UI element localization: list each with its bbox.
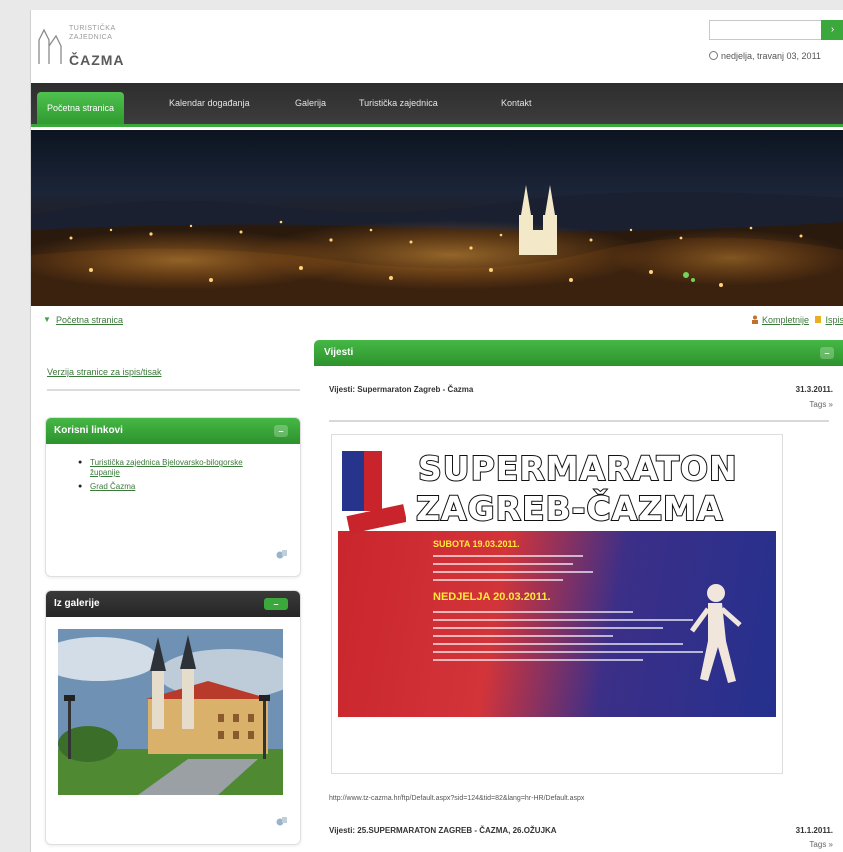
action-link-1[interactable]: Kompletnije xyxy=(762,315,809,325)
poster-text-line xyxy=(433,643,683,645)
list-item[interactable]: Grad Čazma xyxy=(78,482,300,492)
poster-text-line xyxy=(433,627,663,629)
poster-text-line xyxy=(433,571,593,573)
poster-text-line xyxy=(433,555,583,557)
poster-text-line xyxy=(433,635,613,637)
collapse-toggle-icon[interactable]: – xyxy=(264,598,288,610)
news-section-title: Vijesti xyxy=(324,347,354,358)
poster-title-line-2: ZAGREB-ČAZMA xyxy=(415,488,724,529)
useful-links-title: Korisni linkovi xyxy=(54,425,123,436)
supermaraton-poster: SUPERMARATON ZAGREB-ČAZMA SUBOTA 19.03.2… xyxy=(338,441,776,767)
night-town-image xyxy=(31,185,843,306)
list-item[interactable]: Turistička zajednica Bjelovarsko-bilogor… xyxy=(78,458,300,478)
gallery-title: Iz galerije xyxy=(54,598,100,609)
rss-icon[interactable] xyxy=(276,548,288,560)
news-item-title[interactable]: Vijesti: Supermaraton Zagreb - Čazma xyxy=(329,385,473,394)
poster-text-line xyxy=(433,659,643,661)
nav-item-contact[interactable]: Kontakt xyxy=(491,83,542,124)
nav-item-tourist-board[interactable]: Turistička zajednica xyxy=(349,83,448,124)
news-item-date: 31.1.2011. xyxy=(795,826,833,835)
useful-links-box: Korisni linkovi – Turistička zajednica B… xyxy=(45,417,301,577)
poster-day-1: SUBOTA 19.03.2011. xyxy=(433,539,520,549)
poster-text-line xyxy=(433,651,703,653)
poster-logo-icon xyxy=(342,451,406,534)
church-photo xyxy=(58,629,283,795)
nav-item-home[interactable]: Početna stranica xyxy=(37,92,125,124)
collapse-toggle-icon[interactable]: – xyxy=(274,425,288,437)
print-icon xyxy=(815,316,822,323)
breadcrumb-arrow-icon: ▼ xyxy=(43,315,51,324)
logo-line-2: ZAJEDNICA xyxy=(69,34,113,41)
nav-item-gallery[interactable]: Galerija xyxy=(285,83,336,124)
nav-item-calendar[interactable]: Kalendar događanja xyxy=(159,83,260,124)
logo-line-1: TURISTIČKA xyxy=(69,25,116,32)
gallery-box: Iz galerije – xyxy=(45,590,301,845)
useful-links-list: Turistička zajednica Bjelovarsko-bilogor… xyxy=(46,444,300,492)
person-icon xyxy=(751,315,758,324)
breadcrumb-home-link[interactable]: Početna stranica xyxy=(56,315,123,325)
poster-text-line xyxy=(433,579,563,581)
news-item-title[interactable]: Vijesti: 25.SUPERMARATON ZAGREB - ČAZMA,… xyxy=(329,826,557,835)
header-banner xyxy=(31,130,843,306)
main-nav: Početna stranica Kalendar događanja Gale… xyxy=(31,83,843,127)
poster-sponsors-area xyxy=(338,717,776,767)
news-item-more-link[interactable]: Tags » xyxy=(809,400,833,409)
poster-day-2: NEDJELJA 20.03.2011. xyxy=(433,591,551,603)
poster-text-line xyxy=(433,619,693,621)
runner-icon xyxy=(689,584,742,683)
collapse-toggle-icon[interactable]: – xyxy=(820,347,834,359)
date-display: nedjelja, travanj 03, 2011 xyxy=(709,51,843,61)
church-logo-icon xyxy=(38,28,62,64)
gallery-header: Iz galerije – xyxy=(46,591,300,617)
search-button[interactable]: › xyxy=(821,20,843,40)
search-input[interactable] xyxy=(709,20,823,40)
page-frame: TURISTIČKA ZAJEDNICA ČAZMA › nedjelja, t… xyxy=(30,10,843,852)
poster-title-line-1: SUPERMARATON xyxy=(417,448,738,489)
poster-text-line xyxy=(433,611,633,613)
poster-text-line xyxy=(433,563,573,565)
news-poster[interactable]: SUPERMARATON ZAGREB-ČAZMA SUBOTA 19.03.2… xyxy=(331,434,783,774)
site-logo[interactable]: TURISTIČKA ZAJEDNICA ČAZMA xyxy=(37,18,157,78)
breadcrumb: ▼ Početna stranica Kompletnije Ispis xyxy=(31,313,843,331)
print-version-link[interactable]: Verzija stranice za ispis/tisak xyxy=(47,367,300,391)
news-divider xyxy=(329,420,829,422)
page-actions: Kompletnije Ispis xyxy=(748,315,843,325)
useful-links-header: Korisni linkovi – xyxy=(46,418,300,444)
news-item-more-link[interactable]: Tags » xyxy=(809,840,833,849)
news-section-header: Vijesti – xyxy=(314,340,843,366)
news-item-date: 31.3.2011. xyxy=(795,385,833,394)
clock-icon xyxy=(709,51,718,60)
print-link[interactable]: Ispis xyxy=(825,315,843,325)
news-source-link[interactable]: http://www.tz-cazma.hr/ftp/Default.aspx?… xyxy=(329,795,584,802)
logo-name: ČAZMA xyxy=(69,52,125,68)
gallery-image[interactable] xyxy=(58,629,283,795)
rss-icon[interactable] xyxy=(276,815,288,827)
date-text: nedjelja, travanj 03, 2011 xyxy=(721,51,821,61)
